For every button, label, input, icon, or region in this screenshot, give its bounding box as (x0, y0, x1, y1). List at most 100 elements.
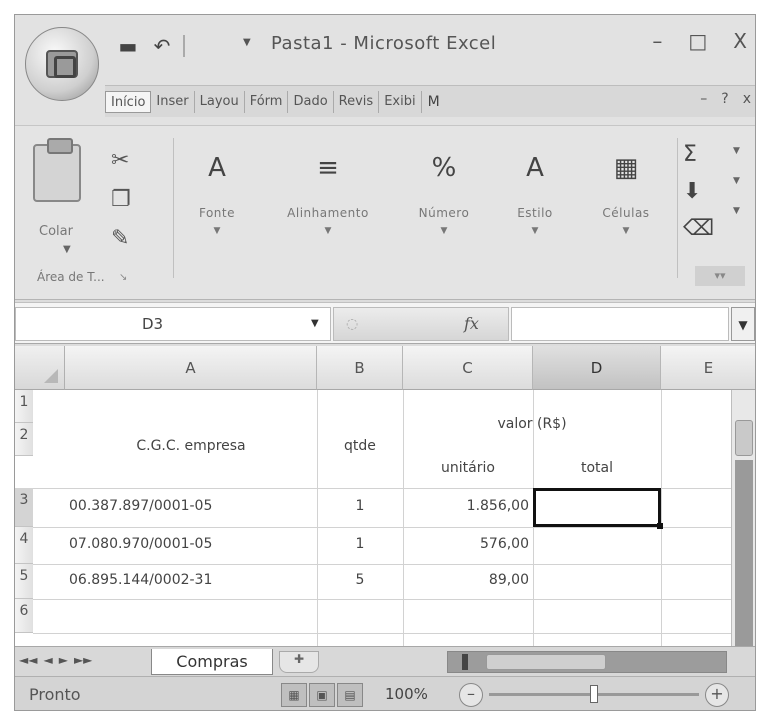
header-valor[interactable]: valor (R$) (403, 416, 661, 432)
prev-sheet-icon[interactable]: ◄ (43, 653, 52, 667)
qat-customize-icon[interactable]: ▼ (243, 37, 251, 48)
tab-layout[interactable]: Layou (195, 90, 245, 113)
cell-a3[interactable]: 00.387.897/0001-05 (69, 498, 315, 514)
group-estilo[interactable]: A Estilo ▼ (495, 148, 575, 268)
group-celulas[interactable]: ▦ Células ▼ (581, 148, 671, 268)
undo-icon[interactable]: ↶ (149, 34, 175, 58)
zoom-slider-knob[interactable] (590, 685, 598, 703)
formula-buttons: ◌ fx (333, 307, 509, 341)
fill-icon[interactable]: ⬇ (683, 179, 714, 204)
page-layout-view-icon[interactable]: ▣ (309, 683, 335, 707)
name-box-dropdown-icon[interactable]: ▼ (311, 318, 319, 329)
ribbon-minimize-icon[interactable]: – (700, 91, 707, 107)
autosum-icon[interactable]: Σ (683, 142, 714, 167)
group-label-fonte: Fonte (198, 206, 235, 220)
row-header-3[interactable]: 3 (15, 488, 33, 527)
office-button[interactable] (25, 27, 99, 101)
clear-icon[interactable]: ⌫ (683, 216, 714, 241)
office-logo-icon (46, 50, 78, 78)
copy-icon[interactable]: ❐ (111, 187, 131, 212)
cell-a4[interactable]: 07.080.970/0001-05 (69, 536, 315, 552)
cell-b4[interactable]: 1 (317, 536, 403, 552)
select-all-corner[interactable] (15, 346, 65, 390)
row-header-4[interactable]: 4 (15, 527, 33, 564)
row-header-6[interactable]: 6 (15, 599, 33, 633)
column-header-c[interactable]: C (403, 346, 533, 390)
zoom-slider[interactable] (489, 685, 699, 703)
formula-cancel-icon[interactable]: ◌ (346, 316, 358, 332)
group-alinhamento[interactable]: ≡ Alinhamento ▼ (263, 148, 393, 268)
horizontal-scroll-thumb[interactable] (486, 654, 606, 670)
column-header-e[interactable]: E (661, 346, 755, 390)
formula-input[interactable] (511, 307, 729, 341)
zoom-in-icon[interactable]: + (705, 683, 729, 707)
column-header-d[interactable]: D (533, 346, 661, 390)
first-sheet-icon[interactable]: ◄◄ (19, 653, 37, 667)
paste-icon[interactable] (33, 138, 81, 202)
row-header-2[interactable]: 2 (15, 423, 33, 456)
cut-icon[interactable]: ✂ (111, 148, 131, 173)
header-qtde[interactable]: qtde (317, 438, 403, 454)
help-icon[interactable]: ? (721, 91, 728, 107)
paste-dropdown-icon[interactable]: ▼ (63, 244, 71, 255)
column-header-a[interactable]: A (65, 346, 317, 390)
clear-dropdown-icon[interactable]: ▼ (733, 206, 740, 216)
group-numero[interactable]: % Número ▼ (399, 148, 489, 268)
group-fonte[interactable]: A Fonte ▼ (177, 148, 257, 268)
autosum-dropdown-icon[interactable]: ▼ (733, 146, 740, 156)
cell-b3[interactable]: 1 (317, 498, 403, 514)
last-sheet-icon[interactable]: ►► (74, 653, 92, 667)
row-header-1[interactable]: 1 (15, 390, 33, 423)
sheet-tab-compras[interactable]: Compras (151, 649, 273, 675)
tab-revisao[interactable]: Revis (334, 90, 380, 113)
excel-window: ▬ ↶ ▼ Pasta1 - Microsoft Excel – □ X Iní… (14, 14, 756, 711)
header-total[interactable]: total (533, 460, 661, 476)
column-header-b[interactable]: B (317, 346, 403, 390)
save-icon[interactable]: ▬ (115, 34, 141, 58)
horizontal-scrollbar[interactable] (447, 651, 727, 673)
ribbon-help-controls: – ? x (700, 91, 751, 107)
paste-label[interactable]: Colar (39, 224, 73, 239)
workbook-close-icon[interactable]: x (743, 91, 751, 107)
page-break-view-icon[interactable]: ▤ (337, 683, 363, 707)
fill-dropdown-icon[interactable]: ▼ (733, 176, 740, 186)
clipboard-launcher-icon[interactable]: ↘ (119, 272, 127, 283)
row-header-5[interactable]: 5 (15, 564, 33, 599)
insert-sheet-icon[interactable]: ✚ (279, 651, 319, 673)
tab-formulas[interactable]: Fórm (245, 90, 289, 113)
header-cgc-empresa[interactable]: C.G.C. empresa (65, 438, 317, 454)
formula-expand-icon[interactable]: ▼ (731, 307, 755, 341)
tab-dados[interactable]: Dado (288, 90, 334, 113)
active-cell-d3[interactable] (533, 488, 663, 529)
editing-expand-icon[interactable]: ▾▾ (695, 266, 745, 286)
vertical-scroll-thumb[interactable] (735, 420, 753, 456)
insert-function-icon[interactable]: fx (464, 314, 479, 333)
worksheet-grid[interactable]: A B C D E 1 2 3 4 5 6 C.G.C. empresa qtd… (15, 346, 755, 646)
zoom-level[interactable]: 100% (385, 685, 428, 703)
minimize-button[interactable]: – (652, 29, 662, 53)
name-box[interactable]: D3 (15, 307, 331, 341)
quick-access-toolbar: ▬ ↶ (115, 33, 185, 59)
cell-c3[interactable]: 1.856,00 (403, 498, 529, 514)
group-separator (173, 138, 174, 278)
cell-a5[interactable]: 06.895.144/0002-31 (69, 572, 315, 588)
tab-inserir[interactable]: Inser (151, 90, 195, 113)
vertical-scrollbar[interactable] (731, 390, 755, 646)
vertical-scroll-track[interactable] (735, 460, 753, 646)
zoom-out-icon[interactable]: – (459, 683, 483, 707)
scroll-split-handle[interactable] (462, 654, 468, 670)
tab-exibicao[interactable]: Exibi (379, 90, 422, 113)
gridline (33, 599, 731, 600)
next-sheet-icon[interactable]: ► (59, 653, 68, 667)
close-button[interactable]: X (733, 29, 747, 53)
maximize-button[interactable]: □ (688, 29, 707, 53)
header-unitario[interactable]: unitário (403, 460, 533, 476)
format-painter-icon[interactable]: ✎ (111, 226, 131, 251)
cell-b5[interactable]: 5 (317, 572, 403, 588)
tab-more[interactable]: M (428, 94, 440, 110)
tab-inicio[interactable]: Início (105, 90, 152, 113)
normal-view-icon[interactable]: ▦ (281, 683, 307, 707)
gridline (317, 390, 318, 646)
cell-c5[interactable]: 89,00 (403, 572, 529, 588)
cell-c4[interactable]: 576,00 (403, 536, 529, 552)
